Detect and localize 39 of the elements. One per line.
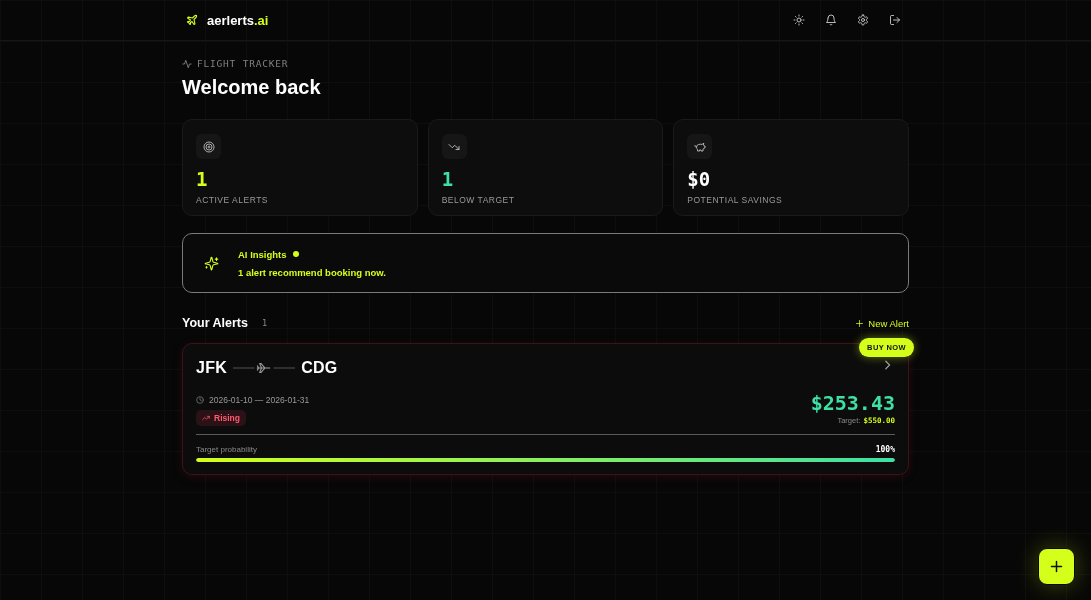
plus-icon <box>855 318 865 328</box>
plus-icon <box>1049 559 1064 574</box>
destination-code: CDG <box>301 359 338 377</box>
stat-label: ACTIVE ALERTS <box>196 195 269 205</box>
plane-icon <box>186 14 198 26</box>
pulse-icon <box>182 58 192 69</box>
probability-value: 100% <box>875 445 895 454</box>
new-alert-button[interactable]: New Alert <box>855 317 909 329</box>
page-title: Welcome back <box>182 75 322 99</box>
date-range: 2026-01-10 — 2026-01-31 <box>209 395 310 405</box>
chevron-right-icon <box>884 360 891 370</box>
stat-value: $0 <box>687 168 712 190</box>
bell-icon <box>825 14 837 26</box>
origin-code: JFK <box>196 359 228 377</box>
add-button[interactable] <box>1038 548 1075 585</box>
probability-label: Target probability <box>196 445 257 454</box>
status-dot-icon <box>292 251 299 257</box>
sparkles-icon <box>204 255 219 271</box>
current-price: $253.43 <box>810 391 895 415</box>
stat-value: 1 <box>196 168 209 190</box>
flight-route-icon <box>233 362 296 374</box>
settings-icon <box>857 14 869 26</box>
target-icon <box>196 134 221 159</box>
logout-icon <box>889 14 901 26</box>
piggy-bank-icon <box>687 134 713 159</box>
section-label: FLIGHT TRACKER <box>197 58 289 69</box>
stat-label: BELOW TARGET <box>441 195 516 205</box>
trend-up-icon <box>202 414 210 422</box>
clock-icon <box>196 396 204 404</box>
stat-label: POTENTIAL SAVINGS <box>687 195 784 205</box>
insights-title: AI Insights <box>238 248 287 260</box>
brand-name: aerlerts.ai <box>207 12 269 28</box>
trend-down-icon <box>441 134 467 159</box>
insights-message: 1 alert recommend booking now. <box>238 266 386 278</box>
alert-count: 1 <box>262 318 268 328</box>
section-title: Your Alerts <box>182 316 248 330</box>
stat-value: 1 <box>441 168 455 190</box>
sun-icon <box>793 14 805 26</box>
trend-badge: Rising <box>196 410 246 426</box>
